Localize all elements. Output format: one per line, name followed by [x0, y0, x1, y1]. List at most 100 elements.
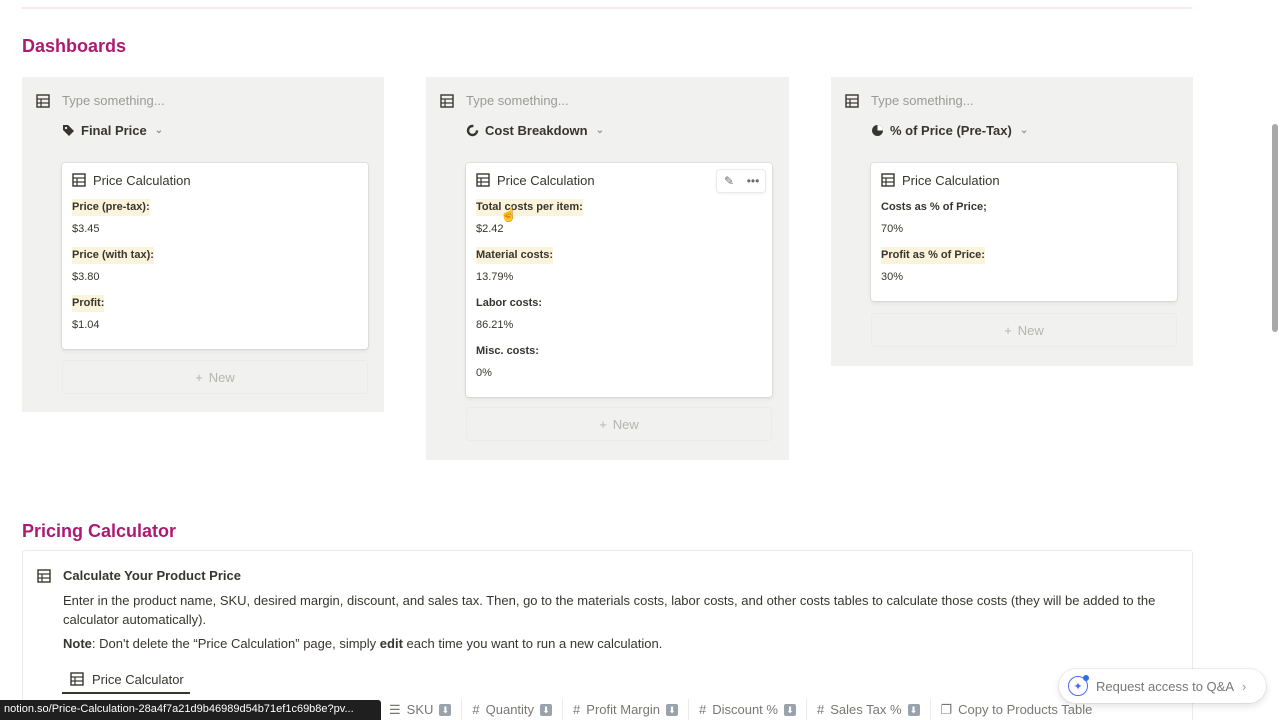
card-price-calculation[interactable]: Price Calculation Price (pre-tax): $3.45…	[62, 163, 368, 349]
hash-icon: #	[472, 702, 480, 717]
table-icon	[845, 93, 859, 108]
column-label: Quantity	[485, 702, 535, 717]
view-label: Final Price	[81, 123, 147, 138]
table-icon	[881, 173, 895, 187]
scrollbar[interactable]	[1272, 124, 1278, 332]
request-qa-button[interactable]: ✦ Request access to Q&A ›	[1059, 669, 1266, 703]
chevron-right-icon: ›	[1242, 678, 1247, 694]
sort-icon: ⬇	[540, 703, 553, 716]
plus-icon: +	[195, 369, 203, 385]
sort-icon: ⬇	[783, 703, 796, 716]
table-icon	[72, 173, 86, 187]
view-label: Cost Breakdown	[485, 123, 588, 138]
tab-price-calculator[interactable]: Price Calculator	[62, 666, 190, 694]
column-label: Discount %	[712, 702, 778, 717]
new-card-button[interactable]: + New	[871, 313, 1177, 347]
prop-value: 13.79%	[476, 271, 514, 283]
new-label: New	[1017, 322, 1044, 338]
more-icon[interactable]: •••	[741, 170, 765, 192]
prop-label: Price (with tax):	[72, 247, 154, 264]
prop-value: 0%	[476, 367, 492, 379]
prop-label: Price (pre-tax):	[72, 199, 150, 216]
prop-label: Profit as % of Price:	[881, 247, 985, 264]
prop-label: Misc. costs:	[476, 345, 539, 357]
view-selector-final-price[interactable]: Final Price ⌄	[62, 123, 163, 138]
column-label: Profit Margin	[586, 702, 660, 717]
column-header-quantity[interactable]: # Quantity ⬇	[461, 699, 562, 720]
prop-value: $3.45	[72, 223, 100, 235]
board-cost-breakdown: Type something... Cost Breakdown ⌄ ✎ •••…	[426, 77, 789, 460]
board-percent-of-price: Type something... % of Price (Pre-Tax) ⌄…	[831, 77, 1193, 366]
prop-label: Material costs:	[476, 247, 554, 264]
card-title: Price Calculation	[902, 172, 1000, 188]
column-header-sales-tax[interactable]: # Sales Tax % ⬇	[805, 699, 930, 720]
prop-value: $2.42	[476, 223, 504, 235]
list-icon: ☰	[389, 701, 401, 717]
chevron-down-icon: ⌄	[154, 125, 164, 136]
board-final-price: Type something... Final Price ⌄ Price Ca…	[22, 77, 384, 412]
copy-icon: ❐	[940, 701, 953, 717]
pie-chart-icon	[872, 125, 883, 136]
column-label: Sales Tax %	[830, 702, 902, 717]
note-bold: edit	[379, 636, 403, 651]
table-header-row: ☰ SKU ⬇ # Quantity ⬇ # Profit Margin ⬇ # Discou…	[378, 699, 1102, 720]
prop-value: $1.04	[72, 319, 100, 331]
callout-title: Calculate Your Product Price	[63, 568, 241, 583]
prop-value: 70%	[881, 223, 904, 235]
qa-label: Request access to Q&A	[1096, 678, 1235, 694]
prop-value: 86.21%	[476, 319, 514, 331]
callout-text: Enter in the product name, SKU, desired …	[63, 593, 1156, 627]
callout: Calculate Your Product Price Enter in th…	[22, 550, 1193, 720]
new-card-button[interactable]: + New	[466, 407, 772, 441]
board-header: Type something...	[36, 93, 165, 108]
new-label: New	[208, 369, 235, 385]
card-price-calculation[interactable]: ✎ ••• Price Calculation Total costs per …	[466, 163, 772, 397]
column-label: Copy to Products Table	[958, 702, 1093, 717]
board-search-placeholder[interactable]: Type something...	[62, 93, 165, 108]
card-actions: ✎ •••	[716, 169, 766, 193]
pricing-calculator-heading: Pricing Calculator	[22, 521, 177, 541]
hash-icon: #	[816, 702, 825, 717]
chevron-down-icon: ⌄	[595, 125, 604, 136]
table-icon	[440, 93, 454, 108]
plus-icon: +	[599, 416, 607, 432]
column-header-profit-margin[interactable]: # Profit Margin ⬇	[562, 699, 688, 720]
edit-icon[interactable]: ✎	[717, 170, 741, 192]
column-header-sku[interactable]: ☰ SKU ⬇	[378, 699, 461, 720]
sort-icon: ⬇	[439, 703, 452, 716]
top-divider	[22, 0, 1192, 9]
donut-chart-icon	[466, 124, 479, 137]
view-label: % of Price (Pre-Tax)	[890, 123, 1012, 138]
tag-icon	[63, 125, 74, 136]
column-header-discount[interactable]: # Discount % ⬇	[687, 699, 806, 720]
sort-icon: ⬇	[665, 703, 678, 716]
prop-value: 30%	[881, 271, 904, 283]
card-price-calculation[interactable]: Price Calculation Costs as % of Price; 7…	[871, 163, 1177, 301]
sort-icon: ⬇	[907, 703, 920, 716]
card-title: Price Calculation	[93, 172, 191, 188]
table-icon	[37, 569, 51, 583]
new-label: New	[612, 416, 639, 432]
sparkle-icon: ✦	[1068, 675, 1089, 696]
table-icon	[36, 93, 50, 108]
hash-icon: #	[698, 702, 707, 717]
view-selector-cost-breakdown[interactable]: Cost Breakdown ⌄	[466, 123, 604, 138]
board-search-placeholder[interactable]: Type something...	[871, 93, 974, 108]
board-search-placeholder[interactable]: Type something...	[466, 93, 569, 108]
status-bar-url: notion.so/Price-Calculation-28a4f7a21d9b…	[0, 700, 381, 720]
prop-label: Labor costs:	[476, 297, 543, 309]
note-text-end: each time you want to run a new calculat…	[402, 636, 663, 651]
hash-icon: #	[573, 702, 581, 717]
note-label: Note	[63, 636, 92, 651]
note-text: : Don't delete the “Price Calculation” p…	[91, 636, 380, 651]
board-header: Type something...	[440, 93, 569, 108]
table-icon	[476, 173, 490, 187]
prop-label: Profit:	[72, 295, 105, 312]
callout-note: Note: Don't delete the “Price Calculatio…	[63, 636, 662, 651]
new-card-button[interactable]: + New	[62, 360, 368, 394]
prop-label: Total costs per item:	[476, 199, 583, 216]
mouse-cursor-icon: ☝	[500, 206, 518, 222]
board-header: Type something...	[845, 93, 974, 108]
view-selector-percent-of-price[interactable]: % of Price (Pre-Tax) ⌄	[871, 123, 1028, 138]
column-label: SKU	[406, 702, 434, 717]
